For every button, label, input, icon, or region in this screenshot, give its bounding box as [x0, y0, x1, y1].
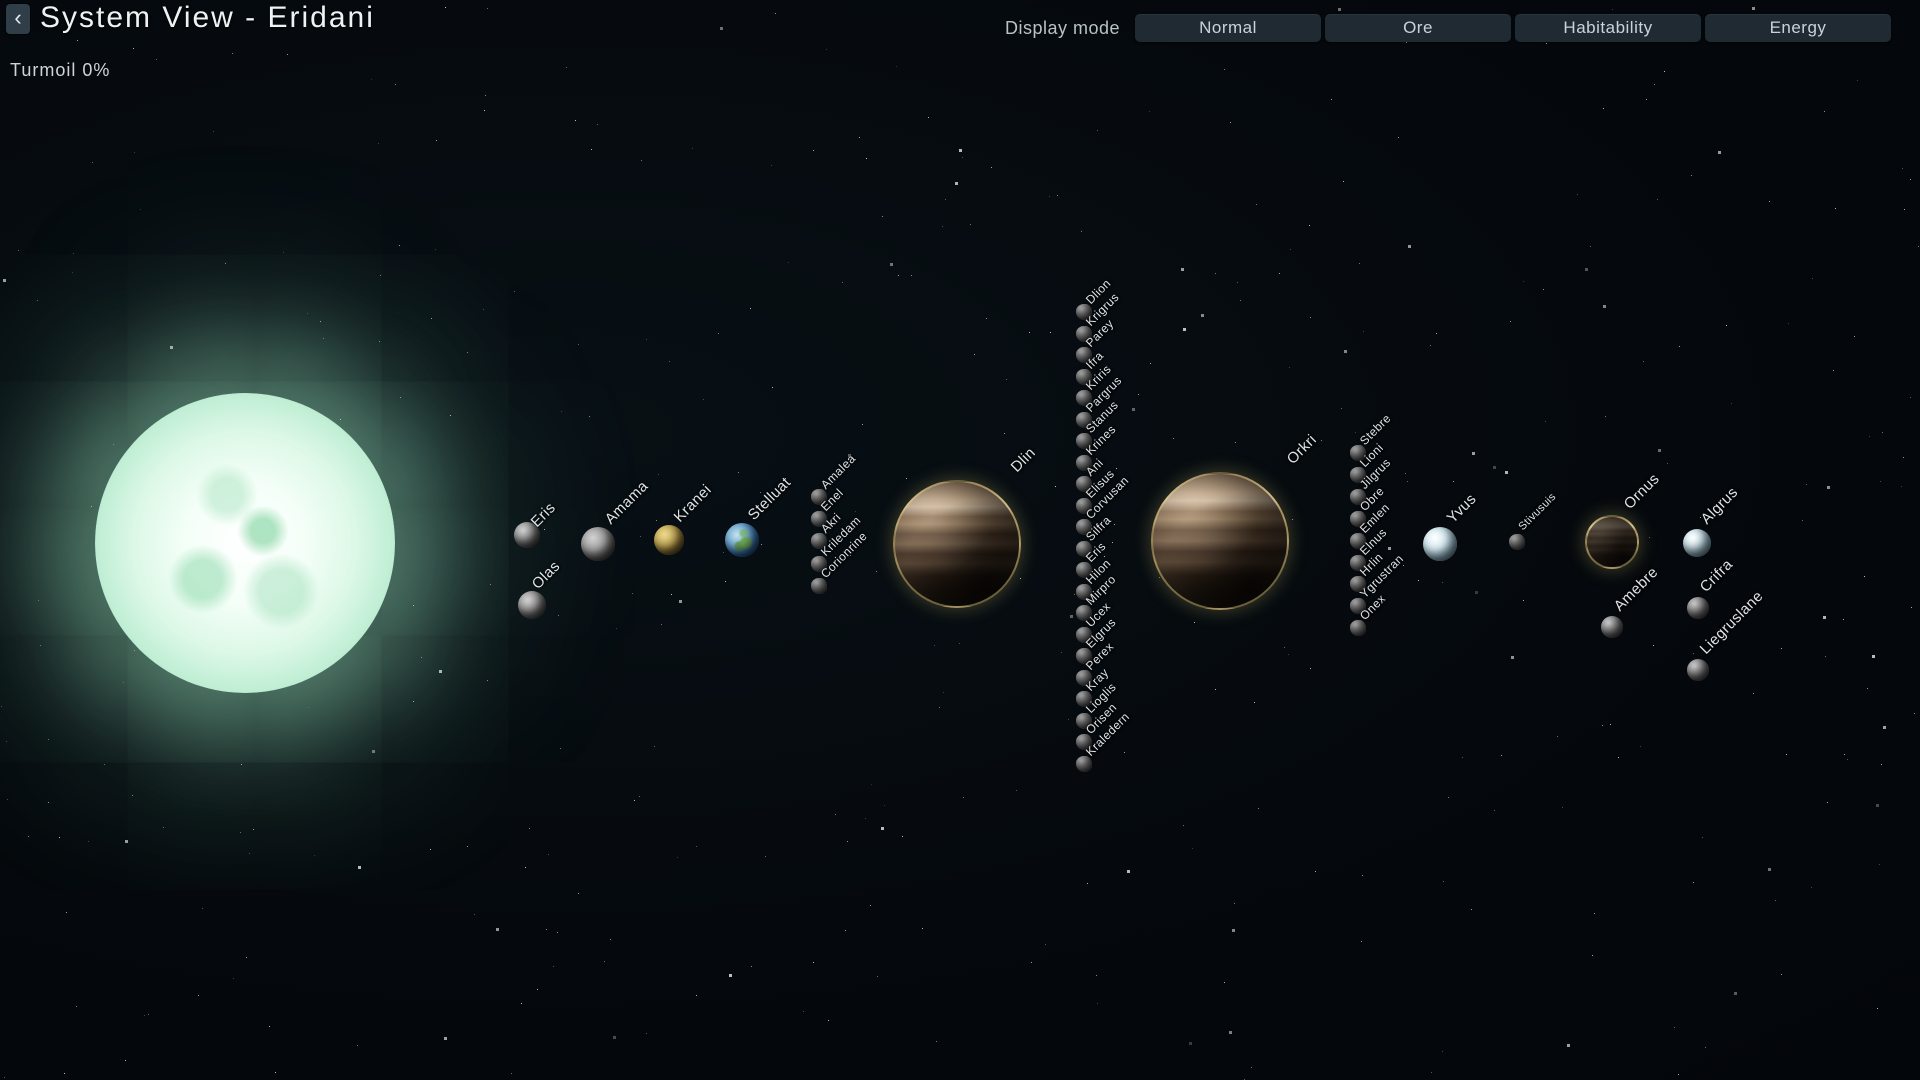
planet-amebre-label: Amebre: [1611, 564, 1662, 615]
planet-stivusuis-label: Stivusuis: [1516, 491, 1558, 533]
planet-crifra[interactable]: [1687, 597, 1709, 619]
planet-ornus[interactable]: [1585, 515, 1639, 569]
planet-kranei-label: Kranei: [671, 482, 715, 526]
mode-button-energy[interactable]: Energy: [1705, 14, 1891, 42]
page-title: System View - Eridani: [40, 1, 375, 35]
planet-stelluat-label: Stelluat: [745, 475, 794, 524]
planet-ornus-label: Ornus: [1621, 471, 1663, 513]
star[interactable]: [95, 393, 395, 693]
mode-button-ore[interactable]: Ore: [1325, 14, 1511, 42]
planet-algrus[interactable]: [1683, 529, 1711, 557]
moon-onex[interactable]: [1350, 620, 1366, 636]
planet-kranei[interactable]: [654, 525, 684, 555]
system-view-screen: ErisOlasAmamaKraneiStelluatDlinOrkriYvus…: [0, 0, 1920, 1080]
starfield: [0, 0, 1, 1]
planet-liegruslane-label: Liegruslane: [1697, 588, 1767, 658]
back-chevron-icon: ‹: [14, 5, 21, 30]
back-button[interactable]: ‹: [6, 4, 30, 34]
planet-amama[interactable]: [581, 527, 615, 561]
display-mode-label: Display mode: [900, 18, 1120, 39]
planet-amebre[interactable]: [1601, 616, 1623, 638]
turmoil-indicator: Turmoil 0%: [10, 60, 110, 81]
planet-amama-label: Amama: [602, 478, 652, 528]
planet-dlin-label: Dlin: [1008, 445, 1039, 476]
planet-orkri-label: Orkri: [1284, 432, 1320, 468]
planet-stivusuis[interactable]: [1509, 534, 1525, 550]
moon-kraledern[interactable]: [1076, 756, 1092, 772]
planet-olas-label: Olas: [529, 558, 564, 593]
planet-yvus-label: Yvus: [1444, 491, 1480, 527]
planet-dlin[interactable]: [893, 480, 1021, 608]
mode-button-habitability[interactable]: Habitability: [1515, 14, 1701, 42]
planet-liegruslane[interactable]: [1687, 659, 1709, 681]
planet-olas[interactable]: [518, 591, 546, 619]
planet-algrus-label: Algrus: [1698, 485, 1741, 528]
moon-corionrine[interactable]: [811, 578, 827, 594]
planet-orkri[interactable]: [1151, 472, 1289, 610]
moon-amalea-label: Amalea: [819, 452, 859, 492]
planet-stelluat[interactable]: [725, 523, 759, 557]
planet-yvus[interactable]: [1423, 527, 1457, 561]
mode-button-normal[interactable]: Normal: [1135, 14, 1321, 42]
planet-crifra-label: Crifra: [1697, 557, 1736, 596]
